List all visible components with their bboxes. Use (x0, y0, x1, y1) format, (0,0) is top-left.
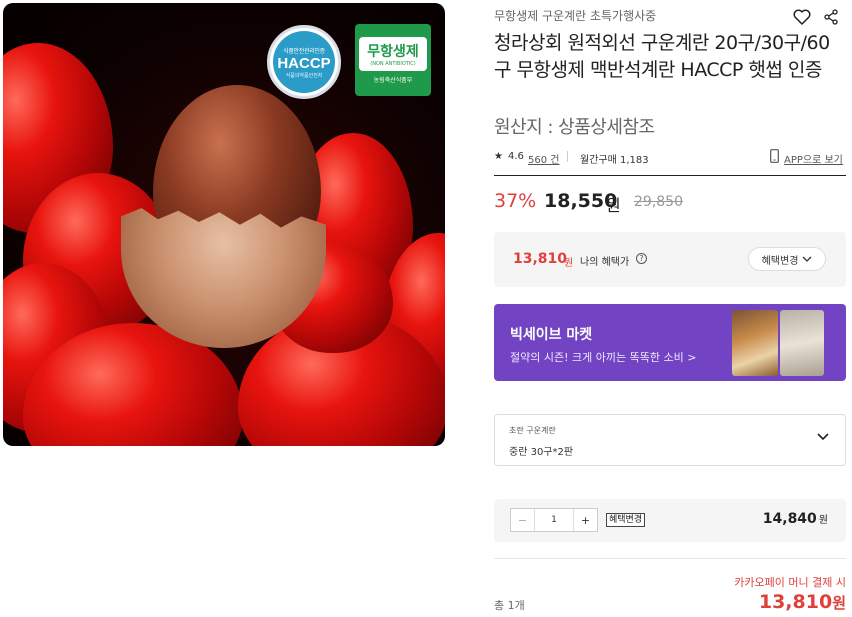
line-price-unit: 원 (818, 515, 828, 526)
chevron-down-icon (802, 256, 812, 262)
banner-food-image (780, 310, 824, 376)
heart-icon[interactable] (792, 7, 812, 27)
non-antibiotic-badge-foot: 농림축산식품부 (373, 76, 413, 84)
total-price-unit: 원 (832, 594, 846, 612)
meta-divider (567, 151, 568, 162)
price-row: 37% 18,550 원 29,850 (494, 190, 846, 216)
quantity-box: − 1 + 혜택변경 14,840 원 (494, 499, 846, 542)
original-price: 29,850 (634, 194, 683, 210)
review-count-link[interactable]: 560 건 (528, 151, 559, 166)
benefit-change-tag[interactable]: 혜택변경 (606, 513, 646, 527)
option-label: 초란 구운계란 (509, 426, 556, 435)
product-origin: 원산지 : 상품상세참조 (494, 117, 655, 138)
help-icon[interactable]: ? (636, 253, 647, 264)
benefit-label: 나의 혜택가 (580, 257, 630, 268)
meta-row: ★ 4.6 560 건 월간구매 1,183 APP으로 보기 (494, 149, 846, 166)
app-view-link[interactable]: APP으로 보기 (784, 151, 843, 166)
store-name[interactable]: 무항생제 구운계란 초특가행사중 (494, 7, 656, 24)
benefit-price-unit: 원 (564, 258, 574, 269)
kakao-pay-note: 카카오페이 머니 결제 시 (734, 576, 846, 589)
banner-subtitle: 절약의 시즌! 크게 아끼는 똑똑한 소비 > (510, 351, 697, 364)
haccp-badge: 식품안전관리인증 HACCP 식품의약품안전처 (267, 25, 341, 99)
banner-title: 빅세이브 마켓 (510, 327, 593, 343)
star-icon: ★ (494, 151, 503, 162)
store-row: 무항생제 구운계란 초특가행사중 (494, 7, 846, 25)
change-benefit-button[interactable]: 혜택변경 (748, 247, 826, 271)
quantity-value[interactable]: 1 (535, 509, 573, 531)
line-price-value: 14,840 (762, 511, 817, 527)
quantity-stepper: − 1 + (510, 508, 598, 532)
total-price-value: 13,810 (758, 591, 833, 613)
haccp-badge-bottom: 식품의약품안전처 (285, 72, 323, 79)
chevron-down-icon (817, 433, 829, 441)
haccp-badge-main: HACCP (277, 54, 331, 72)
rating-value: 4.6 (508, 151, 524, 162)
share-icon[interactable] (821, 7, 841, 27)
total-price: 13,810원 (759, 591, 846, 613)
decrease-button[interactable]: − (511, 509, 535, 531)
banner-food-image (732, 310, 778, 376)
discount-rate: 37% (494, 190, 537, 212)
sale-price-unit: 원 (606, 196, 621, 215)
divider (494, 558, 846, 559)
total-count: 총 1개 (494, 599, 525, 612)
non-antibiotic-badge-box: 무항생제 (NON ANTIBIOTIC) (359, 36, 427, 71)
option-select[interactable]: 초란 구운계란 중란 30구*2판 (494, 414, 846, 466)
option-value: 중란 30구*2판 (509, 447, 574, 458)
change-benefit-label: 혜택변경 (761, 255, 799, 267)
non-antibiotic-badge-sub: (NON ANTIBIOTIC) (370, 60, 416, 67)
line-price: 14,840 원 (763, 511, 828, 527)
phone-icon[interactable] (770, 149, 779, 166)
increase-button[interactable]: + (573, 509, 597, 531)
non-antibiotic-badge: 무항생제 (NON ANTIBIOTIC) 농림축산식품부 (355, 24, 431, 96)
haccp-badge-top: 식품안전관리인증 (283, 47, 325, 55)
big-save-market-banner[interactable]: 빅세이브 마켓 절약의 시즌! 크게 아끼는 똑똑한 소비 > (494, 304, 846, 381)
monthly-purchase: 월간구매 1,183 (580, 155, 649, 166)
benefit-price: 13,810 (513, 251, 568, 267)
product-image[interactable]: 식품안전관리인증 HACCP 식품의약품안전처 무항생제 (NON ANTIBI… (3, 3, 445, 446)
product-title: 청라상회 원적외선 구운계란 20구/30구/60구 무항생제 맥반석계란 HA… (494, 32, 830, 81)
non-antibiotic-badge-main: 무항생제 (367, 43, 419, 60)
divider (494, 175, 846, 176)
benefit-box: 13,810 원 나의 혜택가 ? 혜택변경 (494, 232, 846, 287)
